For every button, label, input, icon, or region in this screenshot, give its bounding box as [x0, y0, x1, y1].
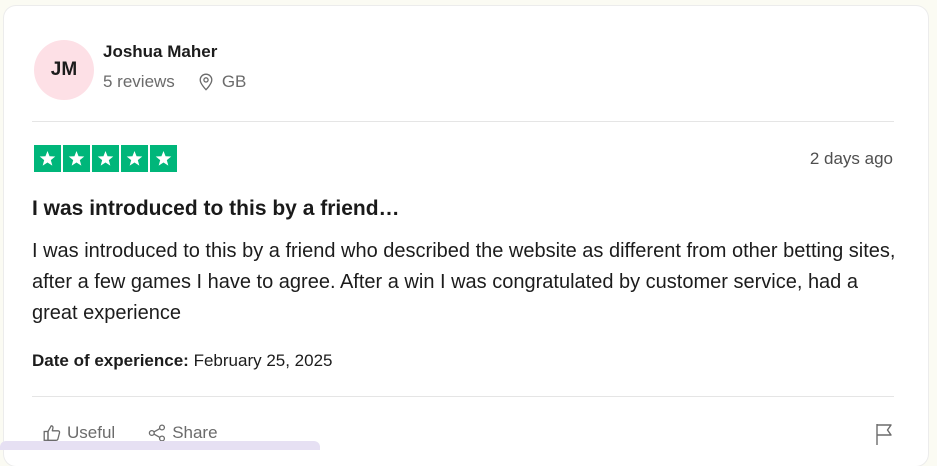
reviewer-country: GB	[221, 72, 247, 91]
share-button[interactable]: Share	[147, 423, 218, 443]
share-icon	[147, 423, 167, 443]
bottom-overlay	[0, 441, 320, 450]
flag-icon[interactable]	[874, 422, 894, 451]
star-icon	[150, 145, 177, 172]
review-card: JM Joshua Maher 5 reviews GB 2 days ago …	[4, 6, 928, 466]
star-icon	[63, 145, 90, 172]
share-label: Share	[172, 423, 218, 442]
reviewer-name[interactable]: Joshua Maher	[103, 42, 217, 62]
divider	[32, 396, 894, 397]
review-date: 2 days ago	[809, 149, 893, 168]
review-count: 5 reviews	[103, 72, 175, 91]
star-icon	[121, 145, 148, 172]
useful-label: Useful	[67, 423, 116, 442]
review-title[interactable]: I was introduced to this by a friend…	[32, 197, 400, 221]
review-body: I was introduced to this by a friend who…	[32, 240, 896, 324]
avatar[interactable]: JM	[34, 40, 94, 100]
experience-label: Date of experience:	[32, 351, 189, 370]
divider	[32, 121, 894, 122]
thumbs-up-icon	[42, 423, 62, 443]
reviewer-meta: 5 reviews GB	[103, 72, 246, 92]
useful-button[interactable]: Useful	[42, 423, 115, 443]
review-actions: Useful Share	[42, 423, 218, 443]
date-of-experience: Date of experience: February 25, 2025	[32, 351, 333, 371]
location-pin-icon	[198, 73, 214, 91]
star-rating	[34, 145, 177, 172]
star-icon	[34, 145, 61, 172]
experience-date: February 25, 2025	[193, 351, 333, 370]
star-icon	[92, 145, 119, 172]
